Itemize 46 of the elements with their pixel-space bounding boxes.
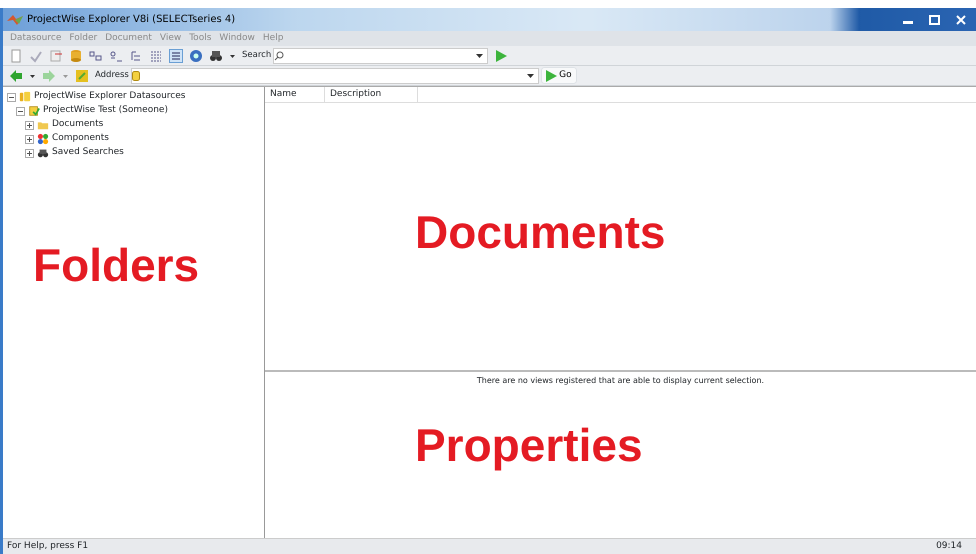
properties-message: There are no views registered that are able to display current selection. bbox=[476, 375, 766, 387]
app-logo-icon bbox=[7, 14, 23, 24]
database-icon[interactable] bbox=[69, 48, 83, 62]
documents-label: Documents bbox=[415, 209, 666, 255]
status-text: For Help, press F1 bbox=[7, 540, 88, 553]
details-view-icon[interactable] bbox=[169, 48, 183, 62]
collapse-icon[interactable] bbox=[16, 106, 25, 116]
tree-item[interactable]: ProjectWise Test (Someone) bbox=[43, 104, 168, 118]
maximize-icon bbox=[929, 14, 940, 24]
properties-label: Properties bbox=[415, 422, 643, 468]
tree-item[interactable]: Saved Searches bbox=[52, 146, 124, 160]
tree-view-icon[interactable] bbox=[129, 48, 143, 62]
expand-icon[interactable] bbox=[25, 120, 34, 130]
tree-item[interactable]: Documents bbox=[52, 118, 104, 132]
dropdown-icon[interactable] bbox=[476, 52, 484, 58]
status-time: 09:14 bbox=[936, 540, 962, 553]
search-icon bbox=[274, 50, 284, 60]
dropdown-icon[interactable] bbox=[526, 72, 534, 78]
back-arrow-icon[interactable] bbox=[9, 68, 23, 82]
binoculars-icon bbox=[37, 147, 49, 159]
binoculars-icon[interactable] bbox=[209, 48, 223, 62]
components-icon bbox=[37, 133, 49, 145]
address-field[interactable] bbox=[130, 68, 539, 84]
column-header[interactable]: Description bbox=[325, 87, 418, 102]
help-icon[interactable] bbox=[189, 48, 203, 62]
go-button[interactable]: Go bbox=[540, 67, 577, 84]
datasource-icon bbox=[28, 105, 40, 117]
expand-icon[interactable] bbox=[25, 148, 34, 158]
search-field[interactable] bbox=[273, 48, 488, 64]
search-label: Search bbox=[242, 49, 272, 62]
check-icon[interactable] bbox=[29, 48, 43, 62]
close-icon bbox=[956, 14, 966, 24]
datasources-icon bbox=[19, 91, 31, 103]
tree-item[interactable]: ProjectWise Explorer Datasources bbox=[34, 90, 186, 104]
new-document-icon[interactable] bbox=[9, 48, 23, 62]
folders-label: Folders bbox=[33, 242, 200, 288]
datasource-icon bbox=[132, 70, 140, 80]
column-header[interactable]: Name bbox=[265, 87, 325, 102]
list-view-icon[interactable] bbox=[149, 48, 163, 62]
window-title: ProjectWise Explorer V8i (SELECTseries 4) bbox=[27, 13, 236, 27]
collapse-icon[interactable] bbox=[7, 92, 16, 102]
tree-item[interactable]: Components bbox=[52, 132, 109, 146]
address-label: Address bbox=[95, 69, 129, 82]
play-icon bbox=[546, 70, 557, 82]
minimize-icon bbox=[903, 21, 913, 24]
expand-icon[interactable] bbox=[25, 134, 34, 144]
